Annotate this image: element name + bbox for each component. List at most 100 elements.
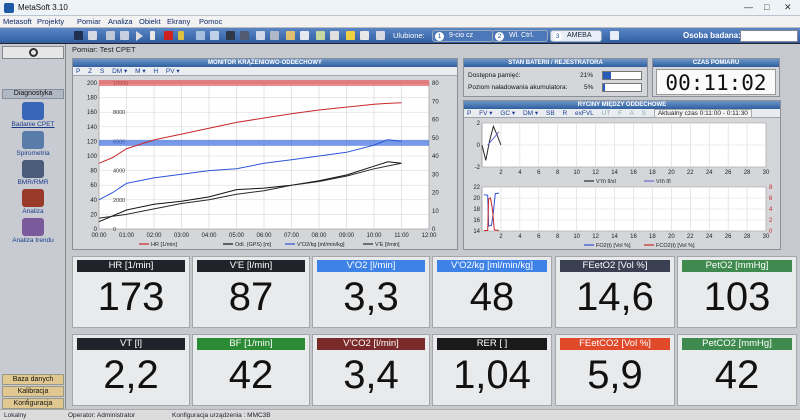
- breath-y-tick: 14: [473, 229, 480, 235]
- tile-feeto2-value: 14,6: [576, 275, 654, 319]
- breath-x-tick: 10: [573, 170, 580, 176]
- monitor-left-tick: 100: [87, 154, 98, 160]
- maximize-button[interactable]: □: [764, 2, 769, 12]
- calibrate-icon[interactable]: [196, 31, 205, 40]
- breath-btn-p[interactable]: P: [467, 110, 471, 117]
- bmr-icon[interactable]: [22, 160, 44, 178]
- monitor-x-tick: 02:00: [146, 233, 162, 239]
- monitor-left-tick: 120: [87, 139, 98, 145]
- patient-field[interactable]: [740, 30, 798, 42]
- breath-btn-sb[interactable]: SB: [546, 110, 555, 117]
- tools-icon[interactable]: [120, 31, 129, 40]
- settings-icon[interactable]: [106, 31, 115, 40]
- menu-obiekt[interactable]: Obiekt: [139, 17, 161, 26]
- breath-legend-label: FCO2(t) [Vol %]: [656, 243, 695, 249]
- sidebar-config-button[interactable]: Konfiguracja: [2, 398, 64, 409]
- menu-ekrany[interactable]: Ekrany: [167, 17, 190, 26]
- menu-projekty[interactable]: Projekty: [37, 17, 64, 26]
- sidebar-item-bmr[interactable]: BMR/RMR: [0, 179, 66, 186]
- breath-x-tick: 10: [573, 234, 580, 240]
- sidebar-header: Diagnostyka: [2, 89, 64, 99]
- exit-icon[interactable]: [376, 31, 385, 40]
- measurement-timer: 00:11:02: [656, 69, 776, 95]
- menu-analiza[interactable]: Analiza: [108, 17, 133, 26]
- sidebar-item-analiza-trendu[interactable]: Analiza trendu: [0, 237, 66, 244]
- monitor-x-tick: 00:00: [91, 233, 107, 239]
- close-button[interactable]: ✕: [784, 2, 792, 13]
- tile-vo2-label: V'O2 [l/min]: [317, 260, 425, 272]
- breath-x-tick: 14: [611, 170, 618, 176]
- menu-metasoft[interactable]: Metasoft: [3, 17, 32, 26]
- chart-icon[interactable]: [316, 31, 325, 40]
- breath-x-tick: 20: [668, 170, 675, 176]
- monitor-btn-h[interactable]: H: [153, 68, 158, 75]
- sidebar-calibration-button[interactable]: Kalibracja: [2, 386, 64, 397]
- user-icon[interactable]: [88, 31, 97, 40]
- monitor-btn-dm[interactable]: DM ▾: [112, 68, 127, 75]
- breath-x-tick: 2: [499, 234, 503, 240]
- monitor-btn-p[interactable]: P: [76, 68, 80, 75]
- cpet-icon[interactable]: [22, 102, 44, 120]
- battery-title: STAN BATERII / REJESTRATORA: [464, 59, 647, 67]
- tile-vo2kg-label: V'O2/kg [ml/min/kg]: [437, 260, 547, 272]
- speaker-icon[interactable]: [256, 31, 265, 40]
- tile-vo2kg-value: 48: [469, 275, 515, 319]
- favorite-button-3[interactable]: 3 AMEBA: [550, 30, 602, 42]
- breath-btn-dm[interactable]: DM ▾: [523, 110, 538, 117]
- sidebar-item-cpet[interactable]: Badanie CPET: [0, 121, 66, 128]
- breath-btn-gc[interactable]: GC ▾: [500, 110, 515, 117]
- monitor-right-tick: 20: [432, 191, 439, 197]
- save-icon[interactable]: [300, 31, 309, 40]
- stop-icon[interactable]: [164, 31, 173, 40]
- play-icon[interactable]: [136, 31, 143, 41]
- wrench-icon[interactable]: [270, 31, 279, 40]
- favorites-edit-icon[interactable]: [610, 31, 619, 40]
- sidebar-settings-button[interactable]: [2, 46, 64, 59]
- breath-btn-a[interactable]: A: [630, 110, 634, 117]
- breath-btn-exfvl[interactable]: exFVL: [575, 110, 594, 117]
- folder-icon[interactable]: [286, 31, 295, 40]
- breath-btn-f[interactable]: F: [618, 110, 622, 117]
- breath-btn-r[interactable]: R: [562, 110, 567, 117]
- info-icon[interactable]: [346, 31, 355, 40]
- sidebar-item-analiza[interactable]: Analiza: [0, 208, 66, 215]
- sidebar-item-spirometria[interactable]: Spirometria: [0, 150, 66, 157]
- breath-btn-s[interactable]: S: [642, 110, 646, 117]
- breath-x-tick: 26: [725, 170, 732, 176]
- monitor-btn-m[interactable]: M ▾: [135, 68, 145, 75]
- monitor-inner-tick: 4000: [113, 169, 125, 175]
- breath-x-tick: 16: [630, 170, 637, 176]
- menu-pomiar[interactable]: Pomiar: [77, 17, 101, 26]
- monitor-right-tick: 60: [432, 118, 439, 124]
- battery-panel: STAN BATERII / REJESTRATORA Dostępna pam…: [463, 58, 648, 97]
- pause-icon[interactable]: [178, 31, 184, 40]
- record-icon[interactable]: [226, 31, 235, 40]
- favorite-button-2[interactable]: 2 Wl. Ctrl.: [492, 30, 548, 42]
- breath-btn-fv[interactable]: FV ▾: [479, 110, 492, 117]
- window-title: MetaSoft 3.10: [18, 3, 68, 12]
- app-logo-icon: [4, 3, 14, 13]
- breath-btn-ut[interactable]: UT: [602, 110, 611, 117]
- cursor-icon[interactable]: [150, 31, 155, 40]
- monitor-btn-s[interactable]: S: [100, 68, 104, 75]
- monitor-btn-pv[interactable]: PV ▾: [166, 68, 180, 75]
- monitor-btn-z[interactable]: Z: [88, 68, 92, 75]
- monitor-x-tick: 11:00: [394, 233, 409, 239]
- monitor-legend-label: V'O2/kg [ml/min/kg]: [297, 242, 345, 248]
- menu-bar: Metasoft Projekty Pomiar Analiza Obiekt …: [0, 16, 800, 28]
- monitor-x-tick: 12:00: [421, 233, 437, 239]
- analysis-icon[interactable]: [22, 189, 44, 207]
- trend-icon[interactable]: [22, 218, 44, 236]
- grid-icon[interactable]: [210, 31, 219, 40]
- tile-bf: BF [1/min] 42: [192, 334, 310, 406]
- favorite-button-1[interactable]: 1 9-cio cz: [432, 30, 494, 42]
- menu-pomoc[interactable]: Pomoc: [199, 17, 222, 26]
- patient-label: Osoba badana:: [683, 31, 741, 40]
- marker-icon[interactable]: [240, 31, 249, 40]
- help-icon[interactable]: [360, 31, 369, 40]
- minimize-button[interactable]: —: [744, 2, 753, 12]
- report-icon[interactable]: [330, 31, 339, 40]
- sidebar-database-button[interactable]: Baza danych: [2, 374, 64, 385]
- start-measure-icon[interactable]: [74, 31, 83, 40]
- spirometry-icon[interactable]: [22, 131, 44, 149]
